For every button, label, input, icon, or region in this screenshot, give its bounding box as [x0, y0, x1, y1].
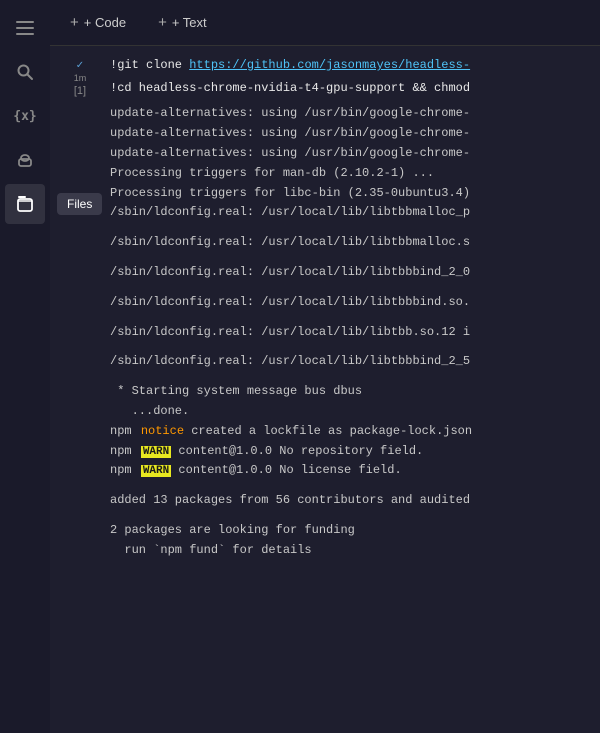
- output-line-8: /sbin/ldconfig.real: /usr/local/lib/libt…: [110, 263, 596, 283]
- main-area: + + Code + + Text ✓ 1m [1] !git clone ht…: [50, 0, 600, 733]
- cell-number: [1]: [74, 85, 86, 97]
- sidebar-item-files[interactable]: Files: [5, 184, 45, 224]
- run-checkmark: ✓: [76, 60, 84, 71]
- sidebar: {x} Files: [0, 0, 50, 733]
- sidebar-item-menu[interactable]: [5, 8, 45, 48]
- output-line-6: /sbin/ldconfig.real: /usr/local/lib/libt…: [110, 203, 596, 223]
- output-line-14: npm notice created a lockfile as package…: [110, 422, 596, 442]
- output-line-19: run `npm fund` for details: [110, 541, 596, 561]
- notice-badge: notice: [141, 424, 184, 438]
- add-text-button[interactable]: + + Text: [150, 10, 215, 35]
- output-line-17: added 13 packages from 56 contributors a…: [110, 491, 596, 511]
- output-line-12: * Starting system message bus dbus: [110, 382, 596, 402]
- toolbar: + + Code + + Text: [50, 0, 600, 46]
- sidebar-item-secrets[interactable]: [5, 140, 45, 180]
- sidebar-item-variables[interactable]: {x}: [5, 96, 45, 136]
- output-line-1: update-alternatives: using /usr/bin/goog…: [110, 104, 596, 124]
- text-plus-icon: +: [158, 14, 167, 31]
- npm-prefix-1: npm: [110, 424, 132, 438]
- output-line-18: 2 packages are looking for funding: [110, 521, 596, 541]
- npm-prefix-2: npm: [110, 444, 132, 458]
- cell-input[interactable]: !git clone https://github.com/jasonmayes…: [110, 54, 600, 100]
- output-line-15: npm WARN content@1.0.0 No repository fie…: [110, 442, 596, 462]
- warn-badge-1: WARN: [141, 446, 171, 458]
- run-time: 1m: [74, 73, 87, 83]
- cell-output: update-alternatives: using /usr/bin/goog…: [50, 100, 600, 560]
- notebook-area: ✓ 1m [1] !git clone https://github.com/j…: [50, 46, 600, 733]
- output-line-3: update-alternatives: using /usr/bin/goog…: [110, 144, 596, 164]
- warn-badge-2: WARN: [141, 465, 171, 477]
- add-code-button[interactable]: + + Code: [62, 10, 134, 35]
- output-line-16: npm WARN content@1.0.0 No license field.: [110, 461, 596, 481]
- code-line-1: !git clone https://github.com/jasonmayes…: [110, 54, 600, 77]
- output-line-4: Processing triggers for man-db (2.10.2-1…: [110, 164, 596, 184]
- output-line-2: update-alternatives: using /usr/bin/goog…: [110, 124, 596, 144]
- cell-1: ✓ 1m [1] !git clone https://github.com/j…: [50, 54, 600, 100]
- code-line-2: !cd headless-chrome-nvidia-t4-gpu-suppor…: [110, 77, 600, 100]
- code-btn-label: + Code: [84, 15, 126, 30]
- output-line-5: Processing triggers for libc-bin (2.35-0…: [110, 184, 596, 204]
- output-line-7: /sbin/ldconfig.real: /usr/local/lib/libt…: [110, 233, 596, 253]
- cell-gutter: ✓ 1m [1]: [50, 54, 110, 100]
- code-plus-icon: +: [70, 14, 79, 31]
- output-line-9: /sbin/ldconfig.real: /usr/local/lib/libt…: [110, 293, 596, 313]
- sidebar-item-search[interactable]: [5, 52, 45, 92]
- npm-prefix-3: npm: [110, 463, 132, 477]
- output-line-11: /sbin/ldconfig.real: /usr/local/lib/libt…: [110, 352, 596, 372]
- output-line-13: ...done.: [110, 402, 596, 422]
- output-line-10: /sbin/ldconfig.real: /usr/local/lib/libt…: [110, 323, 596, 343]
- text-btn-label: + Text: [172, 15, 207, 30]
